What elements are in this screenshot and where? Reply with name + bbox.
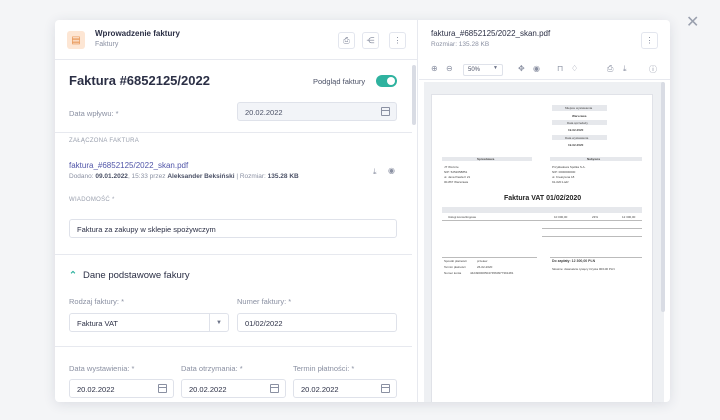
zoom-out-icon[interactable]: ⊖	[446, 64, 453, 73]
lock-icon[interactable]: ⊓	[557, 64, 563, 73]
calendar-icon[interactable]	[381, 384, 390, 393]
receipt-date-value: 20.02.2022	[189, 385, 227, 394]
payment-due-label: Termin płatności: *	[293, 364, 355, 373]
bell-icon[interactable]: ♢	[571, 64, 578, 73]
basic-data-section[interactable]: ⌃ Dane podstawowe fakury	[69, 270, 190, 281]
section-title: Dane podstawowe fakury	[82, 270, 190, 281]
invoice-type-value: Faktura VAT	[77, 319, 118, 328]
form-title: Wprowadzenie faktury	[95, 29, 180, 38]
preview-file-name: faktura_#6852125/2022_skan.pdf	[431, 29, 551, 38]
issue-date-field[interactable]: 20.02.2022	[69, 379, 174, 398]
more-icon[interactable]: ⋮	[389, 32, 406, 49]
print-icon[interactable]: ⎙	[607, 64, 613, 74]
message-label: WIADOMOŚĆ *	[69, 197, 115, 203]
document-icon: ▤	[67, 31, 85, 49]
issue-date-label: Data wystawienia: *	[69, 364, 135, 373]
save-icon[interactable]: ⎙	[338, 32, 355, 49]
preview-toggle-label: Podgląd faktury	[313, 77, 366, 86]
file-meta: Dodano: 09.01.2022, 15:33 przez Aleksand…	[69, 173, 299, 180]
close-icon[interactable]: ✕	[686, 12, 699, 32]
message-value: Faktura za zakupy w sklepie spożywczym	[77, 225, 216, 234]
received-date-value: 20.02.2022	[245, 108, 283, 117]
chevron-down-icon[interactable]: ▼	[493, 65, 498, 71]
info-icon[interactable]: ⓘ	[649, 64, 657, 75]
invoice-title: Faktura #6852125/2022	[69, 73, 210, 88]
message-field[interactable]: Faktura za zakupy w sklepie spożywczym	[69, 219, 397, 238]
chevron-down-icon[interactable]: ▼	[209, 314, 228, 331]
eye-icon[interactable]: ◉	[388, 166, 395, 175]
attached-file-link[interactable]: faktura_#6852125/2022_skan.pdf	[69, 161, 188, 170]
invoice-form-panel: ▤ Wprowadzenie faktury Faktury ⎙ ⋲ ⋮ Fak…	[55, 20, 418, 402]
zoom-value: 50%	[468, 67, 481, 73]
calendar-icon[interactable]	[381, 107, 390, 116]
receipt-date-field[interactable]: 20.02.2022	[181, 379, 286, 398]
download-icon[interactable]: ⤓	[373, 167, 377, 177]
payment-due-field[interactable]: 20.02.2022	[293, 379, 397, 398]
form-scrollbar[interactable]	[412, 65, 416, 125]
invoice-type-label: Rodzaj faktury: *	[69, 297, 125, 306]
invoice-number-label: Numer faktury: *	[237, 297, 292, 306]
preview-file-size: Rozmiar: 135.28 KB	[431, 41, 490, 48]
invoice-modal: ▤ Wprowadzenie faktury Faktury ⎙ ⋲ ⋮ Fak…	[55, 20, 670, 402]
form-subtitle: Faktury	[95, 41, 119, 48]
eye-icon[interactable]: ◉	[533, 64, 540, 73]
zoom-in-icon[interactable]: ⊕	[431, 64, 438, 73]
invoice-number-field[interactable]: 01/02/2022	[237, 313, 397, 332]
calendar-icon[interactable]	[158, 384, 167, 393]
calendar-icon[interactable]	[270, 384, 279, 393]
receipt-date-label: Data otrzymania: *	[181, 364, 243, 373]
form-header: ▤ Wprowadzenie faktury Faktury ⎙ ⋲ ⋮	[55, 20, 417, 60]
invoice-number-value: 01/02/2022	[245, 319, 283, 328]
payment-due-value: 20.02.2022	[301, 385, 339, 394]
received-date-label: Data wpływu: *	[69, 109, 119, 118]
invoice-type-select[interactable]: Faktura VAT ▼	[69, 313, 229, 332]
invoice-page: Miejsce wystawienia Warszawa Data sprzed…	[431, 94, 653, 402]
preview-panel: faktura_#6852125/2022_skan.pdf Rozmiar: …	[419, 20, 670, 402]
preview-toolbar: ⊕ ⊖ 50% ▼ ✥ ◉ ⊓ ♢ ⎙ ⤓ ⓘ	[419, 60, 670, 80]
share-icon[interactable]: ⋲	[362, 32, 379, 49]
issue-date-value: 20.02.2022	[77, 385, 115, 394]
attached-invoice-label: ZAŁĄCZONA FAKTURA	[69, 138, 140, 144]
download-icon[interactable]: ⤓	[623, 64, 627, 74]
preview-scrollbar[interactable]	[661, 82, 665, 312]
move-icon[interactable]: ✥	[518, 64, 525, 73]
chevron-up-icon: ⌃	[69, 270, 77, 281]
preview-toggle[interactable]	[376, 75, 397, 87]
more-icon[interactable]: ⋮	[641, 32, 658, 49]
received-date-field[interactable]: 20.02.2022	[237, 102, 397, 121]
document-viewer[interactable]: Miejsce wystawienia Warszawa Data sprzed…	[424, 82, 664, 402]
